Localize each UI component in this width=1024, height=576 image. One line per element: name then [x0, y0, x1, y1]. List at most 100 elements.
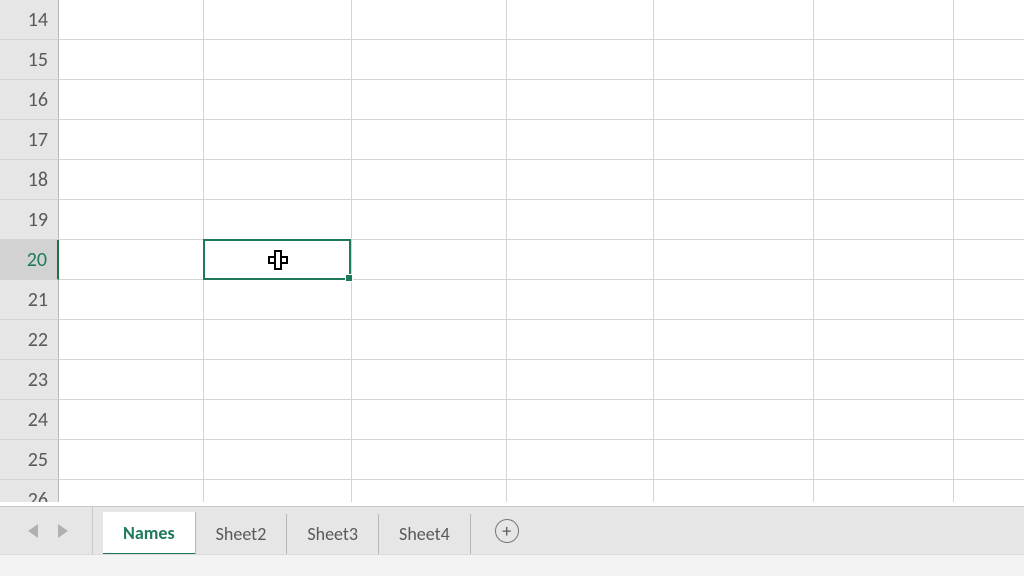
cell[interactable] [654, 440, 814, 480]
cells-area[interactable] [59, 0, 1024, 502]
cell[interactable] [204, 0, 352, 40]
cell[interactable] [654, 0, 814, 40]
cell[interactable] [204, 40, 352, 80]
tab-nav-prev-icon[interactable] [28, 524, 38, 538]
cell[interactable] [507, 40, 654, 80]
cell[interactable] [352, 360, 507, 400]
sheet-tab[interactable]: Sheet4 [379, 514, 471, 554]
cell[interactable] [814, 440, 954, 480]
cell[interactable] [954, 400, 1024, 440]
cell[interactable] [954, 320, 1024, 360]
cell[interactable] [507, 160, 654, 200]
cell[interactable] [954, 440, 1024, 480]
cell[interactable] [204, 320, 352, 360]
cell[interactable] [654, 400, 814, 440]
cell[interactable] [654, 120, 814, 160]
cell[interactable] [814, 240, 954, 280]
cell[interactable] [814, 280, 954, 320]
row-header[interactable]: 21 [0, 280, 59, 320]
cell[interactable] [654, 320, 814, 360]
cell[interactable] [954, 200, 1024, 240]
cell[interactable] [352, 120, 507, 160]
cell[interactable] [204, 360, 352, 400]
cell[interactable] [204, 80, 352, 120]
cell[interactable] [204, 120, 352, 160]
cell[interactable] [352, 40, 507, 80]
cell[interactable] [654, 160, 814, 200]
cell[interactable] [352, 440, 507, 480]
cell[interactable] [814, 400, 954, 440]
cell[interactable] [59, 240, 204, 280]
cell[interactable] [954, 280, 1024, 320]
cell[interactable] [954, 0, 1024, 40]
new-sheet-button[interactable]: + [471, 507, 543, 554]
cell[interactable] [59, 40, 204, 80]
cell[interactable] [352, 320, 507, 360]
sheet-tab[interactable]: Sheet3 [287, 514, 379, 554]
cell[interactable] [204, 480, 352, 502]
row-header[interactable]: 17 [0, 120, 59, 160]
cell[interactable] [507, 80, 654, 120]
cell[interactable] [204, 280, 352, 320]
cell[interactable] [59, 440, 204, 480]
cell[interactable] [954, 160, 1024, 200]
cell[interactable] [59, 160, 204, 200]
cell[interactable] [204, 240, 352, 280]
row-header[interactable]: 22 [0, 320, 59, 360]
cell[interactable] [352, 0, 507, 40]
cell[interactable] [954, 120, 1024, 160]
cell[interactable] [59, 120, 204, 160]
cell[interactable] [814, 200, 954, 240]
row-header[interactable]: 24 [0, 400, 59, 440]
cell[interactable] [204, 160, 352, 200]
cell[interactable] [507, 200, 654, 240]
cell[interactable] [59, 400, 204, 440]
cell[interactable] [59, 480, 204, 502]
cell[interactable] [507, 480, 654, 502]
row-header[interactable]: 19 [0, 200, 59, 240]
cell[interactable] [654, 40, 814, 80]
cell[interactable] [59, 80, 204, 120]
cell[interactable] [814, 0, 954, 40]
cell[interactable] [507, 120, 654, 160]
cell[interactable] [954, 360, 1024, 400]
row-header[interactable]: 15 [0, 40, 59, 80]
cell[interactable] [352, 240, 507, 280]
cell[interactable] [352, 200, 507, 240]
cell[interactable] [814, 480, 954, 502]
row-header[interactable]: 23 [0, 360, 59, 400]
cell[interactable] [954, 40, 1024, 80]
cell[interactable] [814, 360, 954, 400]
row-header[interactable]: 26 [0, 480, 59, 502]
row-header[interactable]: 25 [0, 440, 59, 480]
cell[interactable] [59, 360, 204, 400]
cell[interactable] [59, 280, 204, 320]
tab-nav-next-icon[interactable] [58, 524, 68, 538]
cell[interactable] [352, 160, 507, 200]
cell[interactable] [352, 80, 507, 120]
cell[interactable] [352, 480, 507, 502]
cell[interactable] [59, 200, 204, 240]
cell[interactable] [814, 320, 954, 360]
cell[interactable] [507, 320, 654, 360]
cell[interactable] [654, 360, 814, 400]
cell[interactable] [654, 200, 814, 240]
row-header[interactable]: 18 [0, 160, 59, 200]
spreadsheet-grid[interactable]: 14151617181920212223242526 [0, 0, 1024, 502]
cell[interactable] [814, 80, 954, 120]
cell[interactable] [507, 0, 654, 40]
cell[interactable] [204, 440, 352, 480]
cell[interactable] [204, 400, 352, 440]
cell[interactable] [654, 280, 814, 320]
cell[interactable] [507, 440, 654, 480]
cell[interactable] [352, 280, 507, 320]
cell[interactable] [204, 200, 352, 240]
cell[interactable] [654, 240, 814, 280]
cell[interactable] [814, 40, 954, 80]
cell[interactable] [59, 320, 204, 360]
sheet-tab[interactable]: Names [103, 512, 196, 556]
cell[interactable] [954, 240, 1024, 280]
cell[interactable] [507, 240, 654, 280]
sheet-tab[interactable]: Sheet2 [196, 514, 288, 554]
cell[interactable] [954, 80, 1024, 120]
